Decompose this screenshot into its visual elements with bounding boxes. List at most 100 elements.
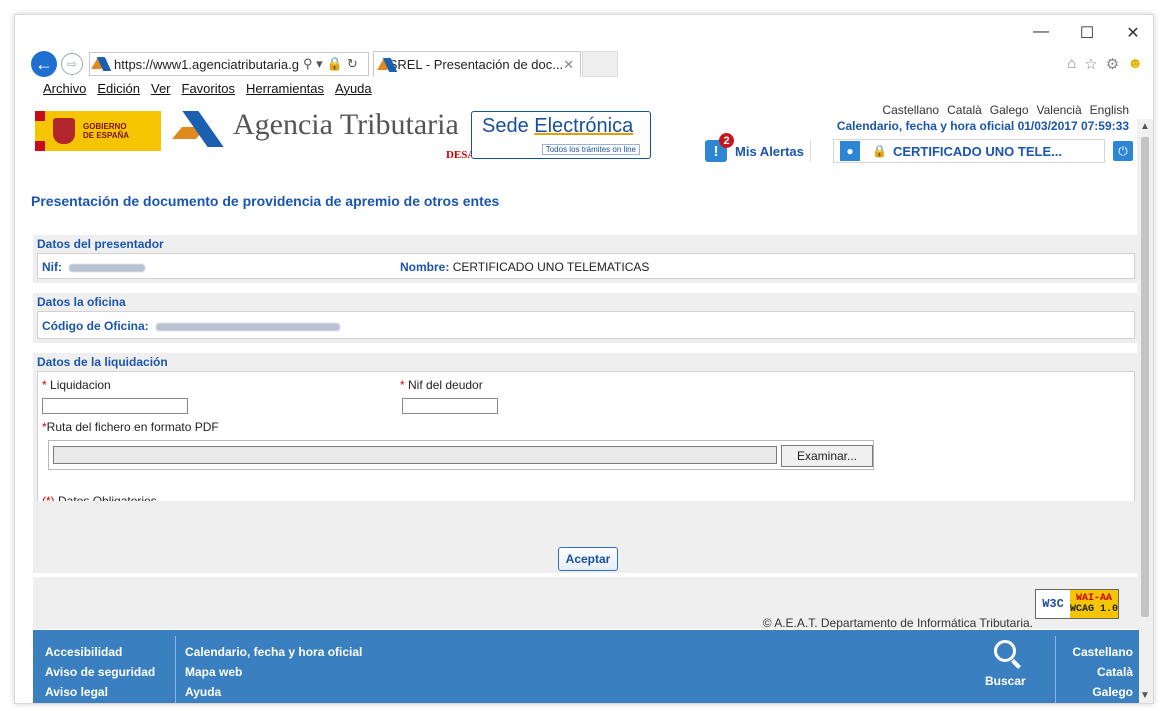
spain-flag-icon bbox=[35, 111, 45, 151]
address-bar[interactable]: https://www1.agenciatributaria.g ⚲ ▾ 🔒 ↻ bbox=[89, 52, 369, 76]
menu-edicion[interactable]: Edición bbox=[97, 81, 140, 96]
footer-lang-catala[interactable]: Català bbox=[1063, 662, 1133, 682]
footer-link-ayuda[interactable]: Ayuda bbox=[185, 682, 362, 702]
copyright-text: © A.E.A.T. Departamento de Informática T… bbox=[762, 616, 1033, 630]
address-row: ← ⇨ https://www1.agenciatributaria.g ⚲ ▾… bbox=[31, 51, 618, 77]
presentador-box: Nif: Nombre: CERTIFICADO UNO TELEMATICAS bbox=[37, 253, 1135, 279]
browser-window: — ☐ ✕ ← ⇨ https://www1.agenciatributaria… bbox=[14, 14, 1154, 704]
browser-tab[interactable]: SREL - Presentación de doc... ✕ bbox=[373, 51, 581, 77]
footer-link-mapa-web[interactable]: Mapa web bbox=[185, 662, 362, 682]
liquidacion-header: Datos de la liquidación bbox=[37, 355, 168, 369]
lang-galego[interactable]: Galego bbox=[990, 103, 1029, 117]
footer-col-1: Accesibilidad Aviso de seguridad Aviso l… bbox=[45, 642, 155, 702]
calendar-link[interactable]: Calendario, fecha y hora oficial 01/03/2… bbox=[837, 119, 1129, 133]
certificate-button[interactable]: ● 🔒 CERTIFICADO UNO TELE... bbox=[833, 139, 1105, 163]
nif-label: Nif: bbox=[42, 260, 62, 274]
lang-valencia[interactable]: Valencià bbox=[1037, 103, 1082, 117]
divider bbox=[1055, 636, 1056, 703]
menu-ver[interactable]: Ver bbox=[151, 81, 171, 96]
close-icon[interactable]: ✕ bbox=[1123, 23, 1143, 43]
footer-col-2: Calendario, fecha y hora oficial Mapa we… bbox=[185, 642, 362, 702]
liquidacion-panel: Datos de la liquidación * Liquidacion * … bbox=[33, 353, 1139, 519]
alerts-label: Mis Alertas bbox=[735, 143, 804, 159]
sede-title: Sede Electrónica bbox=[482, 115, 634, 137]
alerts-button[interactable]: ! 2 Mis Alertas bbox=[705, 133, 811, 163]
lang-english[interactable]: English bbox=[1090, 103, 1129, 117]
menu-herramientas[interactable]: Herramientas bbox=[246, 81, 324, 96]
menu-favoritos[interactable]: Favoritos bbox=[182, 81, 235, 96]
back-icon[interactable]: ← bbox=[31, 51, 57, 77]
lang-castellano[interactable]: Castellano bbox=[882, 103, 939, 117]
scroll-down-icon[interactable]: ▼ bbox=[1140, 690, 1150, 701]
agencia-logo[interactable]: Agencia Tributaria DESARROLLO bbox=[173, 108, 523, 161]
wai-aa-badge[interactable]: W3C WAI-AA WCAG 1.0 bbox=[1035, 589, 1119, 619]
user-icon: ● bbox=[840, 141, 860, 161]
logout-power-icon[interactable]: ⏻ bbox=[1113, 141, 1133, 161]
nif-value-redacted bbox=[69, 263, 146, 272]
wcag-level: WAI-AA WCAG 1.0 bbox=[1070, 590, 1118, 618]
file-path-input[interactable] bbox=[53, 446, 777, 464]
toolbar-icons: ⌂ ☆ ⚙ ☻ bbox=[1067, 55, 1143, 73]
home-icon[interactable]: ⌂ bbox=[1067, 55, 1076, 73]
nombre-value: CERTIFICADO UNO TELEMATICAS bbox=[452, 260, 650, 274]
footer-lang-galego[interactable]: Galego bbox=[1063, 682, 1133, 702]
site-favicon-icon bbox=[94, 57, 110, 71]
nombre-label: Nombre: bbox=[400, 260, 450, 274]
footer-link-calendario[interactable]: Calendario, fecha y hora oficial bbox=[185, 642, 362, 662]
w3c-logo: W3C bbox=[1036, 590, 1070, 618]
refresh-icon[interactable]: ↻ bbox=[347, 56, 358, 72]
divider bbox=[809, 140, 811, 162]
feedback-smiley-icon[interactable]: ☻ bbox=[1127, 55, 1143, 73]
agency-name: Agencia Tributaria bbox=[233, 108, 459, 141]
page-title: Presentación de documento de providencia… bbox=[31, 193, 500, 209]
search-button[interactable]: Buscar bbox=[985, 640, 1026, 688]
file-upload-field: Examinar... bbox=[48, 440, 874, 470]
aceptar-button[interactable]: Aceptar bbox=[558, 547, 618, 571]
oficina-header: Datos la oficina bbox=[37, 295, 126, 309]
footer-link-aviso-legal[interactable]: Aviso legal bbox=[45, 682, 155, 702]
footer-lang-castellano[interactable]: Castellano bbox=[1063, 642, 1133, 662]
nif-deudor-input[interactable] bbox=[402, 398, 498, 414]
liquidacion-box: * Liquidacion * Nif del deudor *Ruta del… bbox=[37, 371, 1135, 515]
nif-deudor-label: * Nif del deudor bbox=[400, 378, 483, 392]
minimize-icon[interactable]: — bbox=[1031, 23, 1051, 43]
menu-ayuda[interactable]: Ayuda bbox=[335, 81, 372, 96]
footer-link-accesibilidad[interactable]: Accesibilidad bbox=[45, 642, 155, 662]
lock-icon: 🔒 bbox=[326, 56, 343, 71]
search-dropdown-icon[interactable]: ⚲ ▾ bbox=[303, 56, 323, 72]
new-tab-button[interactable] bbox=[582, 51, 618, 77]
favorites-star-icon[interactable]: ☆ bbox=[1084, 55, 1097, 73]
aeat-logo-icon bbox=[173, 109, 225, 149]
liquidacion-input[interactable] bbox=[42, 398, 188, 414]
presentador-panel: Datos del presentador Nif: Nombre: CERTI… bbox=[33, 235, 1139, 283]
sede-electronica-logo[interactable]: Sede Electrónica Todos los trámites on l… bbox=[471, 111, 651, 159]
gobierno-logo[interactable]: GOBIERNO DE ESPAÑA bbox=[35, 111, 161, 151]
settings-gear-icon[interactable]: ⚙ bbox=[1106, 55, 1119, 73]
maximize-icon[interactable]: ☐ bbox=[1077, 23, 1097, 43]
examinar-button[interactable]: Examinar... bbox=[781, 445, 873, 467]
scroll-up-icon[interactable]: ▲ bbox=[1140, 121, 1150, 132]
tab-close-icon[interactable]: ✕ bbox=[563, 57, 574, 73]
alert-count-badge: 2 bbox=[719, 133, 734, 148]
oficina-box: Código de Oficina: bbox=[37, 311, 1135, 339]
vertical-scrollbar[interactable]: ▲ ▼ bbox=[1137, 119, 1153, 703]
lang-catala[interactable]: Català bbox=[947, 103, 982, 117]
presentador-header: Datos del presentador bbox=[37, 237, 164, 251]
footer-link-aviso-seguridad[interactable]: Aviso de seguridad bbox=[45, 662, 155, 682]
coat-of-arms-icon bbox=[53, 118, 75, 144]
language-links: Castellano Català Galego Valencià Englis… bbox=[882, 103, 1129, 117]
codigo-oficina-label: Código de Oficina: bbox=[42, 319, 149, 333]
menu-archivo[interactable]: Archivo bbox=[43, 81, 86, 96]
search-label: Buscar bbox=[985, 674, 1026, 688]
tab-favicon-icon bbox=[380, 58, 385, 72]
forward-icon[interactable]: ⇨ bbox=[61, 53, 83, 75]
scrollbar-thumb[interactable] bbox=[1141, 137, 1149, 617]
lock-icon: 🔒 bbox=[872, 144, 887, 158]
url-text: https://www1.agenciatributaria.g bbox=[114, 56, 299, 72]
liquidacion-label: * Liquidacion bbox=[42, 378, 111, 392]
codigo-oficina-value-redacted bbox=[156, 322, 341, 331]
oficina-panel: Datos la oficina Código de Oficina: bbox=[33, 293, 1139, 343]
sede-subtitle: Todos los trámites on line bbox=[541, 144, 640, 155]
footer-languages: Castellano Català Galego bbox=[1063, 642, 1133, 702]
tab-title: SREL - Presentación de doc... bbox=[388, 57, 564, 72]
